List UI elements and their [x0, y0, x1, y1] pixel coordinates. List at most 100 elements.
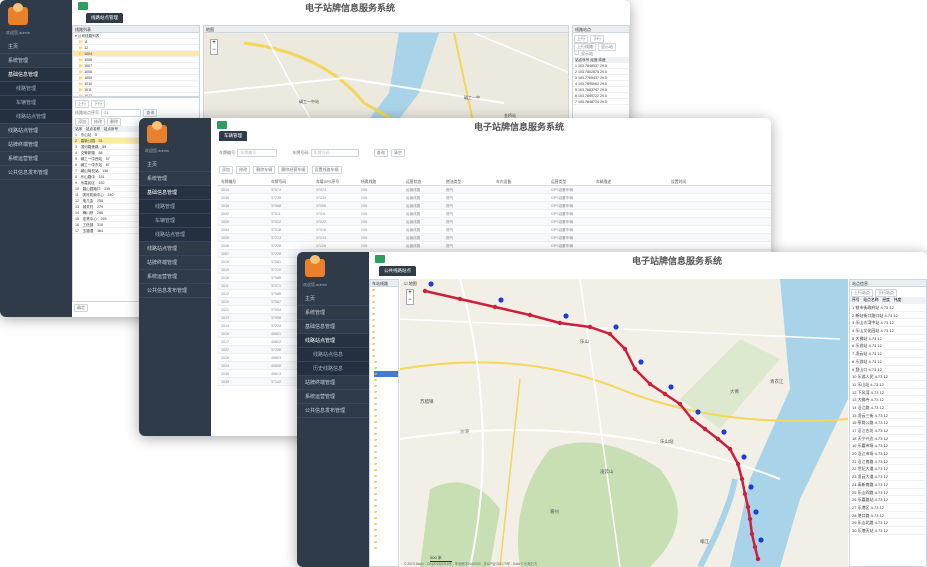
sidebar-item-route-station[interactable]: 线路站点管理 [0, 124, 72, 138]
list-item[interactable]: 15 凌云三街 4.73 12 [850, 412, 926, 420]
bus-pin-icon[interactable] [428, 281, 434, 287]
list-item[interactable]: 9 登山口 4.73 12 [850, 366, 926, 374]
query-input[interactable]: 21 [101, 109, 142, 117]
bus-pin-icon[interactable] [668, 384, 674, 390]
route-map[interactable]: + − ☑ 地图 乐山 大佛 凌云山 沙湾 嘉州 苏稽镇 乐山站 青衣江 岷江 500 米 © 2… [400, 279, 848, 567]
list-item[interactable]: 7 凌云站 4.73 12 [850, 350, 926, 358]
list-item[interactable]: 17 沿江古坊 4.73 12 [850, 427, 926, 435]
column-header[interactable]: 所属线路 [361, 178, 376, 186]
table-row[interactable]: 3058 37228 37228 205 运营线路 燃气 GPS设置车辆 [217, 242, 771, 250]
list-item[interactable]: 12 下风湾 4.73 12 [850, 389, 926, 397]
bus-pin-icon[interactable] [563, 313, 569, 319]
list-item[interactable]: 25 乐山四路 4.73 12 [850, 489, 926, 497]
sidebar-item-terminal[interactable]: 站牌终端管理 [0, 138, 72, 152]
column-header[interactable]: 车辆描述 [596, 178, 611, 186]
table-row[interactable]: 3014 37074 37074 205 运营线路 燃气 GPS设置车辆 [217, 186, 771, 194]
list-item[interactable]: 23 凌云大道 4.73 12 [850, 473, 926, 481]
list-item[interactable]: 28 港口路 4.73 12 [850, 512, 926, 520]
vehicle-number-input[interactable]: 车牌编号 [237, 149, 278, 157]
sidebar-item-system[interactable]: 系统管理 [297, 306, 369, 320]
plate-number-input[interactable]: 车牌号码 [310, 149, 359, 157]
stop-marker[interactable] [745, 504, 751, 510]
column-header[interactable]: 设置时间 [671, 178, 686, 186]
stop-marker[interactable] [689, 416, 695, 422]
bus-pin-icon[interactable] [753, 509, 759, 515]
table-row[interactable]: 3005 37213 37213 205 运营线路 燃气 GPS设置车辆 [217, 234, 771, 242]
list-item[interactable]: 21 沿江南路 4.73 12 [850, 458, 926, 466]
confirm-button[interactable]: 确定 [74, 304, 88, 312]
sidebar-item-operation[interactable]: 系统运营管理 [0, 152, 72, 166]
stop-marker[interactable] [607, 331, 613, 337]
list-item[interactable]: 4 乐山文化园站 4.73 12 [850, 327, 926, 335]
sidebar-item-operation[interactable]: 系统运营管理 [297, 390, 369, 404]
list-item[interactable]: 20 沿江市场 4.73 12 [850, 450, 926, 458]
list-item[interactable]: 2 新站街口路口站 4.73 12 [850, 312, 926, 320]
stop-marker[interactable] [587, 324, 593, 330]
sidebar-item-system[interactable]: 系统管理 [139, 172, 211, 186]
map-canvas[interactable]: + − 碱工一中站 碱工一中 金桥站 [204, 33, 568, 124]
tab-down-stops[interactable]: 下行站点 [875, 289, 897, 297]
list-item[interactable]: 18 天宁兴边 4.73 12 [850, 435, 926, 443]
sidebar-item-terminal[interactable]: 站牌终端管理 [297, 376, 369, 390]
sidebar-item-home[interactable]: 主页 [0, 40, 72, 54]
stop-marker[interactable] [647, 381, 653, 387]
stop-marker[interactable] [632, 366, 638, 372]
bus-pin-icon[interactable] [498, 297, 504, 303]
column-header[interactable]: 车牌号码 [271, 178, 286, 186]
edit-button[interactable]: 修改 [91, 118, 105, 126]
bus-pin-icon[interactable] [748, 484, 754, 490]
stop-marker[interactable] [492, 304, 498, 310]
delete-button[interactable]: 删除 [107, 118, 121, 126]
tab-vehicle[interactable]: 车辆管理 [219, 131, 247, 141]
search-button[interactable]: 查询 [373, 149, 388, 157]
stop-marker[interactable] [622, 346, 628, 352]
list-item[interactable]: 29 乐山北路 4.73 12 [850, 519, 926, 527]
stop-marker[interactable] [739, 476, 745, 482]
tab-route-map[interactable]: 公共线路站点 [379, 266, 416, 276]
stop-marker[interactable] [662, 391, 668, 397]
list-item[interactable]: 8 乐游站 4.73 12 [850, 358, 926, 366]
sidebar-sub-route-info[interactable]: 线路站点信息 [297, 348, 369, 362]
sidebar-item-basic[interactable]: 基础信息管理 [297, 320, 369, 334]
sidebar-item-terminal[interactable]: 站牌终端管理 [139, 256, 211, 270]
list-item[interactable]: 3 乐山沙湾中站 4.73 12 [850, 319, 926, 328]
sidebar-sub-station[interactable]: 线路站点管理 [139, 228, 211, 242]
stop-marker[interactable] [557, 320, 563, 326]
table-row[interactable]: 3009 37022 37022 205 运营线路 燃气 GPS设置车辆 [217, 218, 771, 226]
column-header[interactable]: 车牌编号 [221, 178, 236, 186]
bus-pin-icon[interactable] [638, 359, 644, 365]
stop-marker[interactable] [752, 544, 758, 550]
column-header[interactable]: 运营类型 [551, 178, 566, 186]
list-item[interactable]: 13 大佛寺 4.73 12 [850, 396, 926, 404]
delete-operating-button[interactable]: 删除经营车辆 [278, 166, 309, 174]
sidebar-item-basic[interactable]: 基础信息管理 [139, 186, 211, 200]
list-item[interactable]: 14 沿江路 4.73 12 [850, 404, 926, 412]
table-row[interactable]: 3040 37239 37239 205 运营线路 燃气 GPS设置车辆 [217, 194, 771, 202]
zoom-control[interactable]: + − [406, 289, 414, 305]
list-item[interactable]: 19 乐嘉市场 4.73 12 [850, 442, 926, 451]
stop-marker[interactable] [755, 556, 761, 562]
tab-down[interactable]: 下行 [91, 100, 105, 108]
zoom-control[interactable]: + − [210, 39, 218, 55]
table-row[interactable]: 3092 37011 37011 205 运营线路 燃气 GPS设置车辆 [217, 210, 771, 218]
table-row[interactable]: 3054 37018 37018 205 运营线路 燃气 GPS设置车辆 [217, 226, 771, 234]
list-item[interactable]: 30 乐港天站 4.73 12 [850, 527, 926, 535]
column-header[interactable]: 燃油类型 [446, 178, 461, 186]
tab-up-stops[interactable]: 上行站点 [851, 289, 873, 297]
tab-up[interactable]: 上行 [75, 100, 89, 108]
sidebar-item-operation[interactable]: 系统运营管理 [139, 270, 211, 284]
tab-station[interactable]: 线路站点管理 [86, 13, 123, 23]
list-item[interactable]: 16 亭岗公路 4.73 12 [850, 419, 926, 427]
menu-toggle-button[interactable] [217, 121, 227, 129]
stop-marker[interactable] [677, 401, 683, 407]
list-item[interactable]: 5 大佛站 4.73 12 [850, 335, 926, 343]
stop-marker[interactable] [747, 516, 753, 522]
list-item[interactable]: 24 高新南路 4.73 12 [850, 481, 926, 489]
add-button[interactable]: 添加 [219, 166, 233, 174]
map-checkbox[interactable]: ☑ 地图 [404, 281, 417, 287]
sidebar-sub-vehicle[interactable]: 车辆管理 [0, 96, 72, 110]
add-button[interactable]: 添加 [75, 118, 89, 126]
stop-marker[interactable] [702, 426, 708, 432]
sidebar-sub-line[interactable]: 线路管理 [0, 82, 72, 96]
stop-marker[interactable] [527, 312, 533, 318]
